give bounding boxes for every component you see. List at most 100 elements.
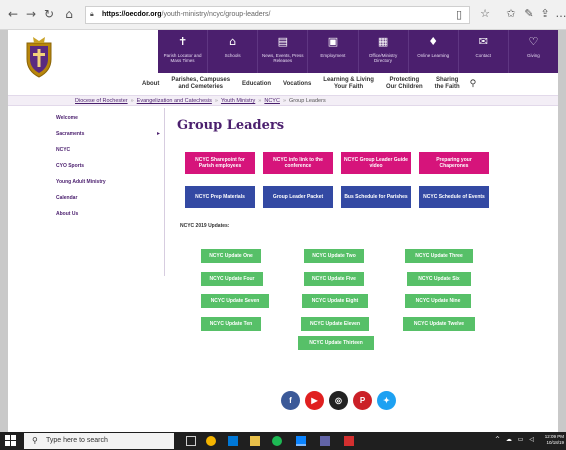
lock-icon: 🔒︎ xyxy=(90,11,94,18)
main-nav-protecting-children[interactable]: Protecting Our Children xyxy=(380,77,429,91)
main-nav-sharing-faith[interactable]: Sharing the Faith xyxy=(429,77,466,91)
sidebar-item-sacraments[interactable]: Sacraments ▸ xyxy=(56,128,164,144)
diocese-crest-logo[interactable] xyxy=(20,35,58,79)
update-one-button[interactable]: NCYC Update One xyxy=(201,249,261,263)
windows-start-icon[interactable] xyxy=(5,435,17,447)
sidebar-item-calendar[interactable]: Calendar xyxy=(56,192,164,208)
newspaper-icon: ▤ xyxy=(277,35,289,48)
breadcrumb-link-diocese[interactable]: Diocese of Rochester xyxy=(75,98,128,104)
update-four-button[interactable]: NCYC Update Four xyxy=(201,272,263,286)
preparing-chaperones-button[interactable]: Preparing your Chaperones xyxy=(419,152,489,174)
update-six-button[interactable]: NCYC Update Six xyxy=(407,272,471,286)
conference-info-button[interactable]: NCYC info link to the conference xyxy=(263,152,333,174)
reading-view-icon[interactable]: ▯ xyxy=(452,8,466,22)
sidebar-item-about-us[interactable]: About Us xyxy=(56,208,164,224)
group-leader-video-button[interactable]: NCYC Group Leader Guide video xyxy=(341,152,411,174)
refresh-icon[interactable]: ↻ xyxy=(42,7,56,21)
youtube-icon[interactable]: ▶ xyxy=(305,391,324,410)
windows-taskbar: ⚲ Type here to search ^ ☁ ▭ ◁ 12:09 PM 1… xyxy=(0,432,566,450)
sidebar-item-label: Sacraments xyxy=(56,131,85,137)
group-leader-packet-button[interactable]: Group Leader Packet xyxy=(263,186,333,208)
main-nav-education[interactable]: Education xyxy=(236,81,277,88)
task-view-icon[interactable] xyxy=(186,436,196,446)
briefcase-icon: ▣ xyxy=(327,35,339,48)
teams-icon[interactable] xyxy=(320,436,330,446)
top-nav-label: Employment xyxy=(320,53,346,58)
favorites-icon[interactable]: ✩ xyxy=(504,7,518,21)
acrobat-icon[interactable] xyxy=(344,436,354,446)
share-icon[interactable]: ⇪ xyxy=(538,7,552,21)
heart-icon: ♡ xyxy=(528,35,539,48)
sidebar-item-cyo-sports[interactable]: CYO Sports xyxy=(56,160,164,176)
notes-icon[interactable]: ✎ xyxy=(522,7,536,21)
home-icon[interactable]: ⌂ xyxy=(62,7,76,21)
top-nav-schools[interactable]: ⌂ Schools xyxy=(208,30,259,73)
update-twelve-button[interactable]: NCYC Update Twelve xyxy=(403,317,475,331)
schedule-of-events-button[interactable]: NCYC Schedule of Events xyxy=(419,186,489,208)
breadcrumb-link-evangelization[interactable]: Evangelization and Catechesis xyxy=(137,98,212,104)
forward-icon[interactable]: → xyxy=(24,7,38,21)
spotify-icon[interactable] xyxy=(272,436,282,446)
main-nav: About Parishes, Campuses and Cemeteries … xyxy=(136,73,558,95)
twitter-icon[interactable]: ✦ xyxy=(377,391,396,410)
top-nav-giving[interactable]: ♡ Giving xyxy=(509,30,558,73)
browser-toolbar: ← → ↻ ⌂ 🔒︎ https://oecdor.org/youth-mini… xyxy=(0,0,566,30)
top-nav-employment[interactable]: ▣ Employment xyxy=(308,30,359,73)
system-tray-icons[interactable]: ^ ☁ ▭ ◁ xyxy=(495,436,536,443)
main-nav-parishes[interactable]: Parishes, Campuses and Cemeteries xyxy=(165,77,236,91)
taskbar-search-input[interactable]: ⚲ Type here to search xyxy=(24,433,174,449)
update-eight-button[interactable]: NCYC Update Eight xyxy=(302,294,368,308)
taskbar-clock[interactable]: 12:09 PM 10/18/19 xyxy=(545,434,564,446)
favorite-star-icon[interactable]: ☆ xyxy=(478,7,492,21)
sharepoint-button[interactable]: NCYC Sharepoint for Parish employees xyxy=(185,152,255,174)
breadcrumb-link-ncyc[interactable]: NCYC xyxy=(264,98,280,104)
breadcrumb-separator: » xyxy=(282,98,286,104)
top-nav-label: Office/Ministry Directory xyxy=(368,53,398,63)
prep-materials-button[interactable]: NCYC Prep Materials xyxy=(185,186,255,208)
cross-icon: ✝ xyxy=(177,35,188,48)
address-bar[interactable]: 🔒︎ https://oecdor.org/youth-ministry/ncy… xyxy=(85,6,470,24)
main-nav-learning-living[interactable]: Learning & Living Your Faith xyxy=(317,77,380,91)
update-three-button[interactable]: NCYC Update Three xyxy=(405,249,473,263)
sidebar-item-welcome[interactable]: Welcome xyxy=(56,112,164,128)
top-nav-online-learning[interactable]: ♦ Online Learning xyxy=(409,30,459,73)
update-seven-button[interactable]: NCYC Update Seven xyxy=(201,294,269,308)
chrome-icon[interactable] xyxy=(206,436,216,446)
outlook-icon[interactable] xyxy=(228,436,238,446)
facebook-icon[interactable]: f xyxy=(281,391,300,410)
school-icon: ⌂ xyxy=(229,35,237,48)
instagram-icon[interactable]: ◎ xyxy=(329,391,348,410)
main-nav-vocations[interactable]: Vocations xyxy=(277,81,317,88)
sidebar-divider xyxy=(164,108,165,276)
top-nav-parish-locator[interactable]: ✝ Parish Locator and Mass Times xyxy=(158,30,209,73)
url-domain: https://oecdor.org xyxy=(102,11,162,18)
update-five-button[interactable]: NCYC Update Five xyxy=(304,272,364,286)
more-icon[interactable]: … xyxy=(554,7,566,21)
update-nine-button[interactable]: NCYC Update Nine xyxy=(405,294,471,308)
search-icon[interactable]: ⚲ xyxy=(470,79,477,89)
sidebar-item-ncyc[interactable]: NCYC xyxy=(56,144,164,160)
update-two-button[interactable]: NCYC Update Two xyxy=(304,249,364,263)
top-nav-news[interactable]: ▤ News, Events, Press Releases xyxy=(258,30,309,73)
breadcrumb-separator: » xyxy=(130,98,134,104)
update-ten-button[interactable]: NCYC Update Ten xyxy=(201,317,261,331)
breadcrumb-separator: » xyxy=(214,98,218,104)
breadcrumb-link-youth-ministry[interactable]: Youth Ministry xyxy=(221,98,255,104)
pinterest-icon[interactable]: P xyxy=(353,391,372,410)
top-nav-label: Giving xyxy=(527,53,540,58)
update-thirteen-button[interactable]: NCYC Update Thirteen xyxy=(298,336,374,350)
file-explorer-icon[interactable] xyxy=(250,436,260,446)
edge-icon[interactable] xyxy=(296,436,306,446)
sidebar-nav: Welcome Sacraments ▸ NCYC CYO Sports Youn… xyxy=(56,112,164,224)
update-eleven-button[interactable]: NCYC Update Eleven xyxy=(301,317,369,331)
back-icon[interactable]: ← xyxy=(6,7,20,21)
bus-schedule-button[interactable]: Bus Schedule for Parishes xyxy=(341,186,411,208)
top-nav-contact[interactable]: ✉ Contact xyxy=(459,30,509,73)
sidebar-item-young-adult-ministry[interactable]: Young Adult Ministry xyxy=(56,176,164,192)
top-nav-label: Contact xyxy=(475,53,492,58)
chevron-right-icon[interactable]: ▸ xyxy=(157,128,160,140)
breadcrumb: Diocese of Rochester» Evangelization and … xyxy=(8,95,558,106)
clock-date: 10/18/19 xyxy=(546,440,564,445)
main-nav-about[interactable]: About xyxy=(136,81,165,88)
top-nav-directory[interactable]: ▦ Office/Ministry Directory xyxy=(359,30,409,73)
